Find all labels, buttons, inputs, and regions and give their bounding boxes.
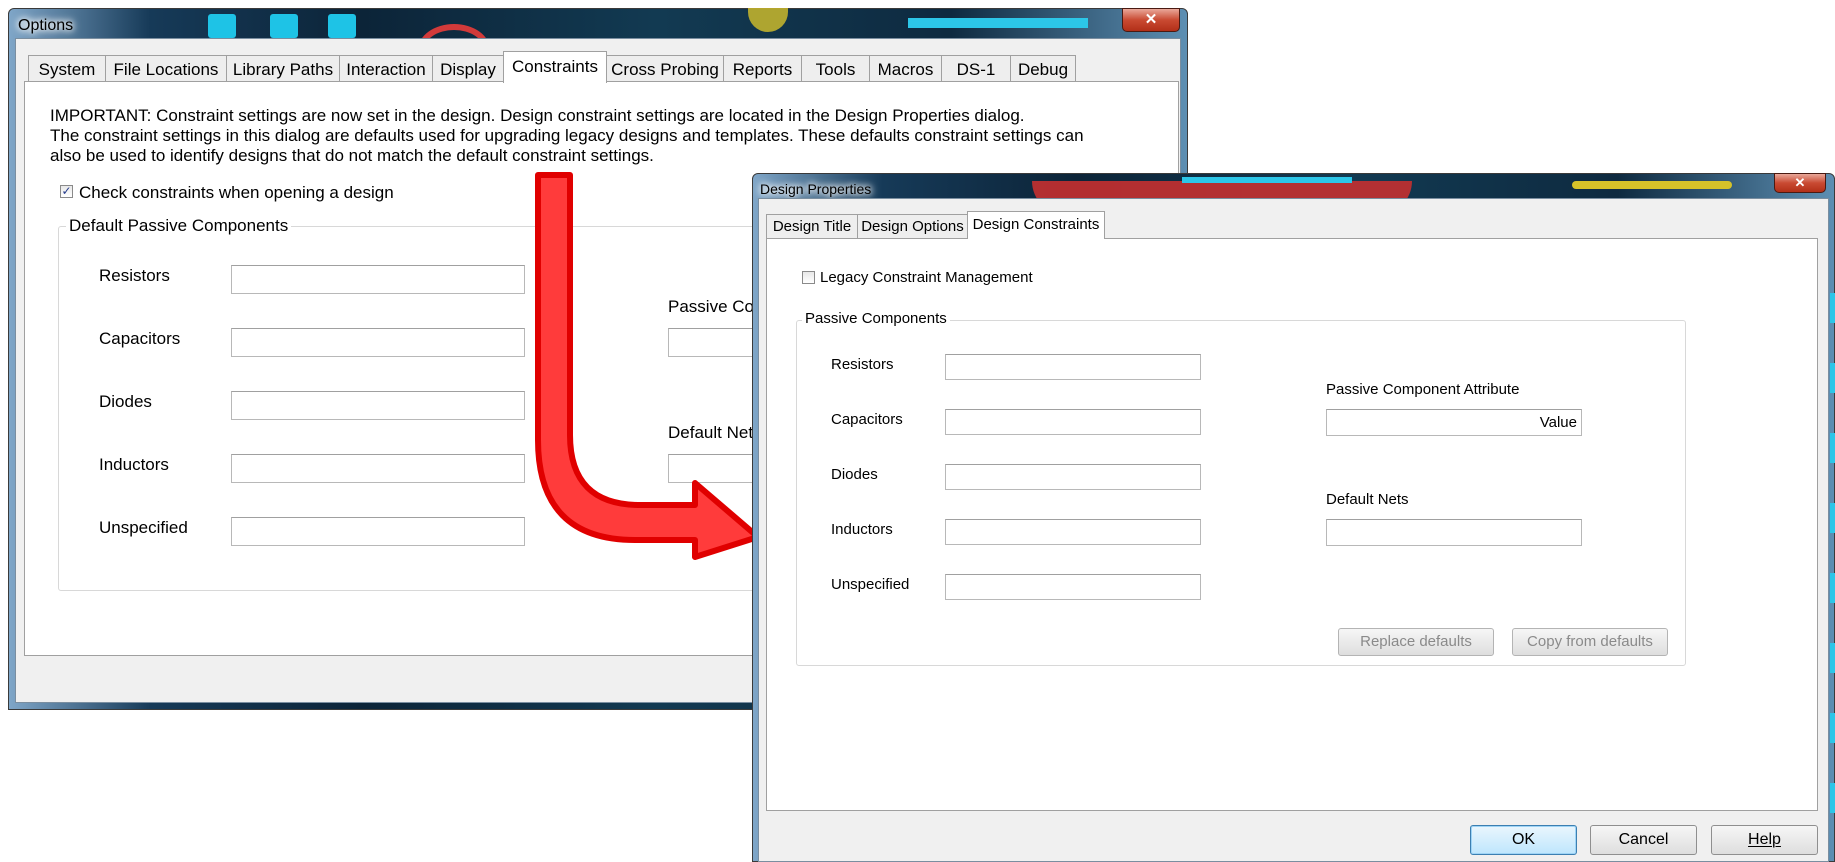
passive-component-attribute-input[interactable]: Value (1326, 409, 1582, 436)
passive-components-group (796, 320, 1686, 666)
button-label: OK (1511, 831, 1536, 848)
legacy-constraint-checkbox[interactable] (802, 271, 815, 284)
button-label: Copy from defaults (1527, 633, 1653, 650)
inductors-input[interactable] (231, 454, 525, 483)
capacitors-label: Capacitors (831, 411, 903, 428)
button-label: Replace defaults (1360, 633, 1472, 650)
capacitors-input[interactable] (231, 328, 525, 357)
ok-button[interactable]: OK (1470, 825, 1577, 855)
design-properties-window: Design Properties ✕ Design Title Design … (752, 173, 1835, 862)
tab-system[interactable]: System (28, 55, 106, 82)
unspecified-input[interactable] (231, 517, 525, 546)
red-arrow-graphic (535, 172, 761, 560)
tab-label: Cross Probing (611, 60, 719, 79)
options-close-button[interactable]: ✕ (1122, 8, 1180, 32)
passive-component-attribute-value: Value (1539, 414, 1577, 431)
titlebar-decoration (908, 18, 1088, 28)
default-nets-input[interactable] (1326, 519, 1582, 546)
resistors-input[interactable] (231, 265, 525, 294)
inductors-input[interactable] (945, 519, 1201, 545)
resistors-input[interactable] (945, 354, 1201, 380)
tab-label: Tools (815, 60, 856, 79)
info-text-line-3: also be used to identify designs that do… (50, 146, 654, 165)
info-text-line-2: The constraint settings in this dialog a… (50, 126, 1084, 145)
tab-design-options[interactable]: Design Options (857, 214, 968, 238)
titlebar-decoration (328, 14, 356, 38)
tab-label: Design Constraints (972, 216, 1100, 233)
diodes-input[interactable] (945, 464, 1201, 490)
titlebar-decoration (1182, 177, 1352, 183)
tab-label: Interaction (346, 60, 426, 79)
titlebar-decoration (1572, 181, 1732, 189)
tab-cross-probing[interactable]: Cross Probing (606, 55, 724, 82)
tab-design-title[interactable]: Design Title (766, 214, 858, 238)
passive-components-label: Passive Components (802, 310, 950, 327)
diodes-label: Diodes (99, 392, 152, 411)
help-button[interactable]: Help (1711, 825, 1818, 855)
red-arrow-shape (535, 172, 761, 560)
replace-defaults-button[interactable]: Replace defaults (1338, 628, 1494, 656)
tab-tools[interactable]: Tools (801, 55, 870, 82)
resistors-label: Resistors (831, 356, 894, 373)
design-properties-title: Design Properties (760, 181, 872, 197)
titlebar-decoration (208, 14, 236, 38)
unspecified-label: Unspecified (831, 576, 910, 593)
diodes-label: Diodes (831, 466, 878, 483)
button-label: Help (1748, 831, 1781, 848)
button-label: Cancel (1618, 831, 1669, 848)
tab-label: Display (440, 60, 496, 79)
titlebar-decoration (1830, 293, 1835, 813)
check-constraints-label: Check constraints when opening a design (79, 183, 394, 202)
tab-label: System (38, 60, 96, 79)
capacitors-label: Capacitors (99, 329, 181, 348)
options-window-title: Options (18, 17, 74, 34)
tab-label: Library Paths (232, 60, 334, 79)
default-passive-components-label: Default Passive Components (66, 216, 292, 236)
tab-label: Design Title (772, 218, 852, 235)
close-icon: ✕ (1794, 175, 1806, 190)
passive-component-attribute-label: Passive Component Attribute (1326, 381, 1520, 398)
inductors-label: Inductors (99, 455, 169, 474)
important-text: IMPORTANT: Constraint settings are now s… (50, 106, 1025, 125)
check-constraints-checkbox[interactable]: ✓ (60, 185, 73, 198)
diodes-input[interactable] (231, 391, 525, 420)
default-nets-label: Default Nets (1326, 491, 1409, 508)
tab-label: File Locations (113, 60, 219, 79)
capacitors-input[interactable] (945, 409, 1201, 435)
resistors-label: Resistors (99, 266, 170, 285)
tab-label: DS-1 (956, 60, 996, 79)
unspecified-input[interactable] (945, 574, 1201, 600)
tab-file-locations[interactable]: File Locations (105, 55, 227, 82)
tab-constraints[interactable]: Constraints (503, 51, 607, 83)
tab-reports[interactable]: Reports (723, 55, 802, 82)
tab-label: Macros (877, 60, 934, 79)
tab-display[interactable]: Display (432, 55, 504, 82)
tab-macros[interactable]: Macros (869, 55, 942, 82)
inductors-label: Inductors (831, 521, 893, 538)
tab-label: Constraints (512, 57, 598, 76)
unspecified-label: Unspecified (99, 518, 188, 537)
tab-label: Design Options (861, 218, 964, 235)
tab-library-paths[interactable]: Library Paths (226, 55, 340, 82)
tab-label: Debug (1017, 60, 1069, 79)
tab-debug[interactable]: Debug (1010, 55, 1076, 82)
tab-design-constraints[interactable]: Design Constraints (967, 211, 1105, 239)
tab-ds-1[interactable]: DS-1 (941, 55, 1011, 82)
copy-from-defaults-button[interactable]: Copy from defaults (1512, 628, 1668, 656)
cancel-button[interactable]: Cancel (1590, 825, 1697, 855)
tab-interaction[interactable]: Interaction (339, 55, 433, 82)
design-properties-close-button[interactable]: ✕ (1774, 173, 1826, 193)
legacy-constraint-label: Legacy Constraint Management (820, 269, 1033, 286)
close-icon: ✕ (1144, 11, 1158, 28)
titlebar-decoration (270, 14, 298, 38)
tab-label: Reports (732, 60, 793, 79)
